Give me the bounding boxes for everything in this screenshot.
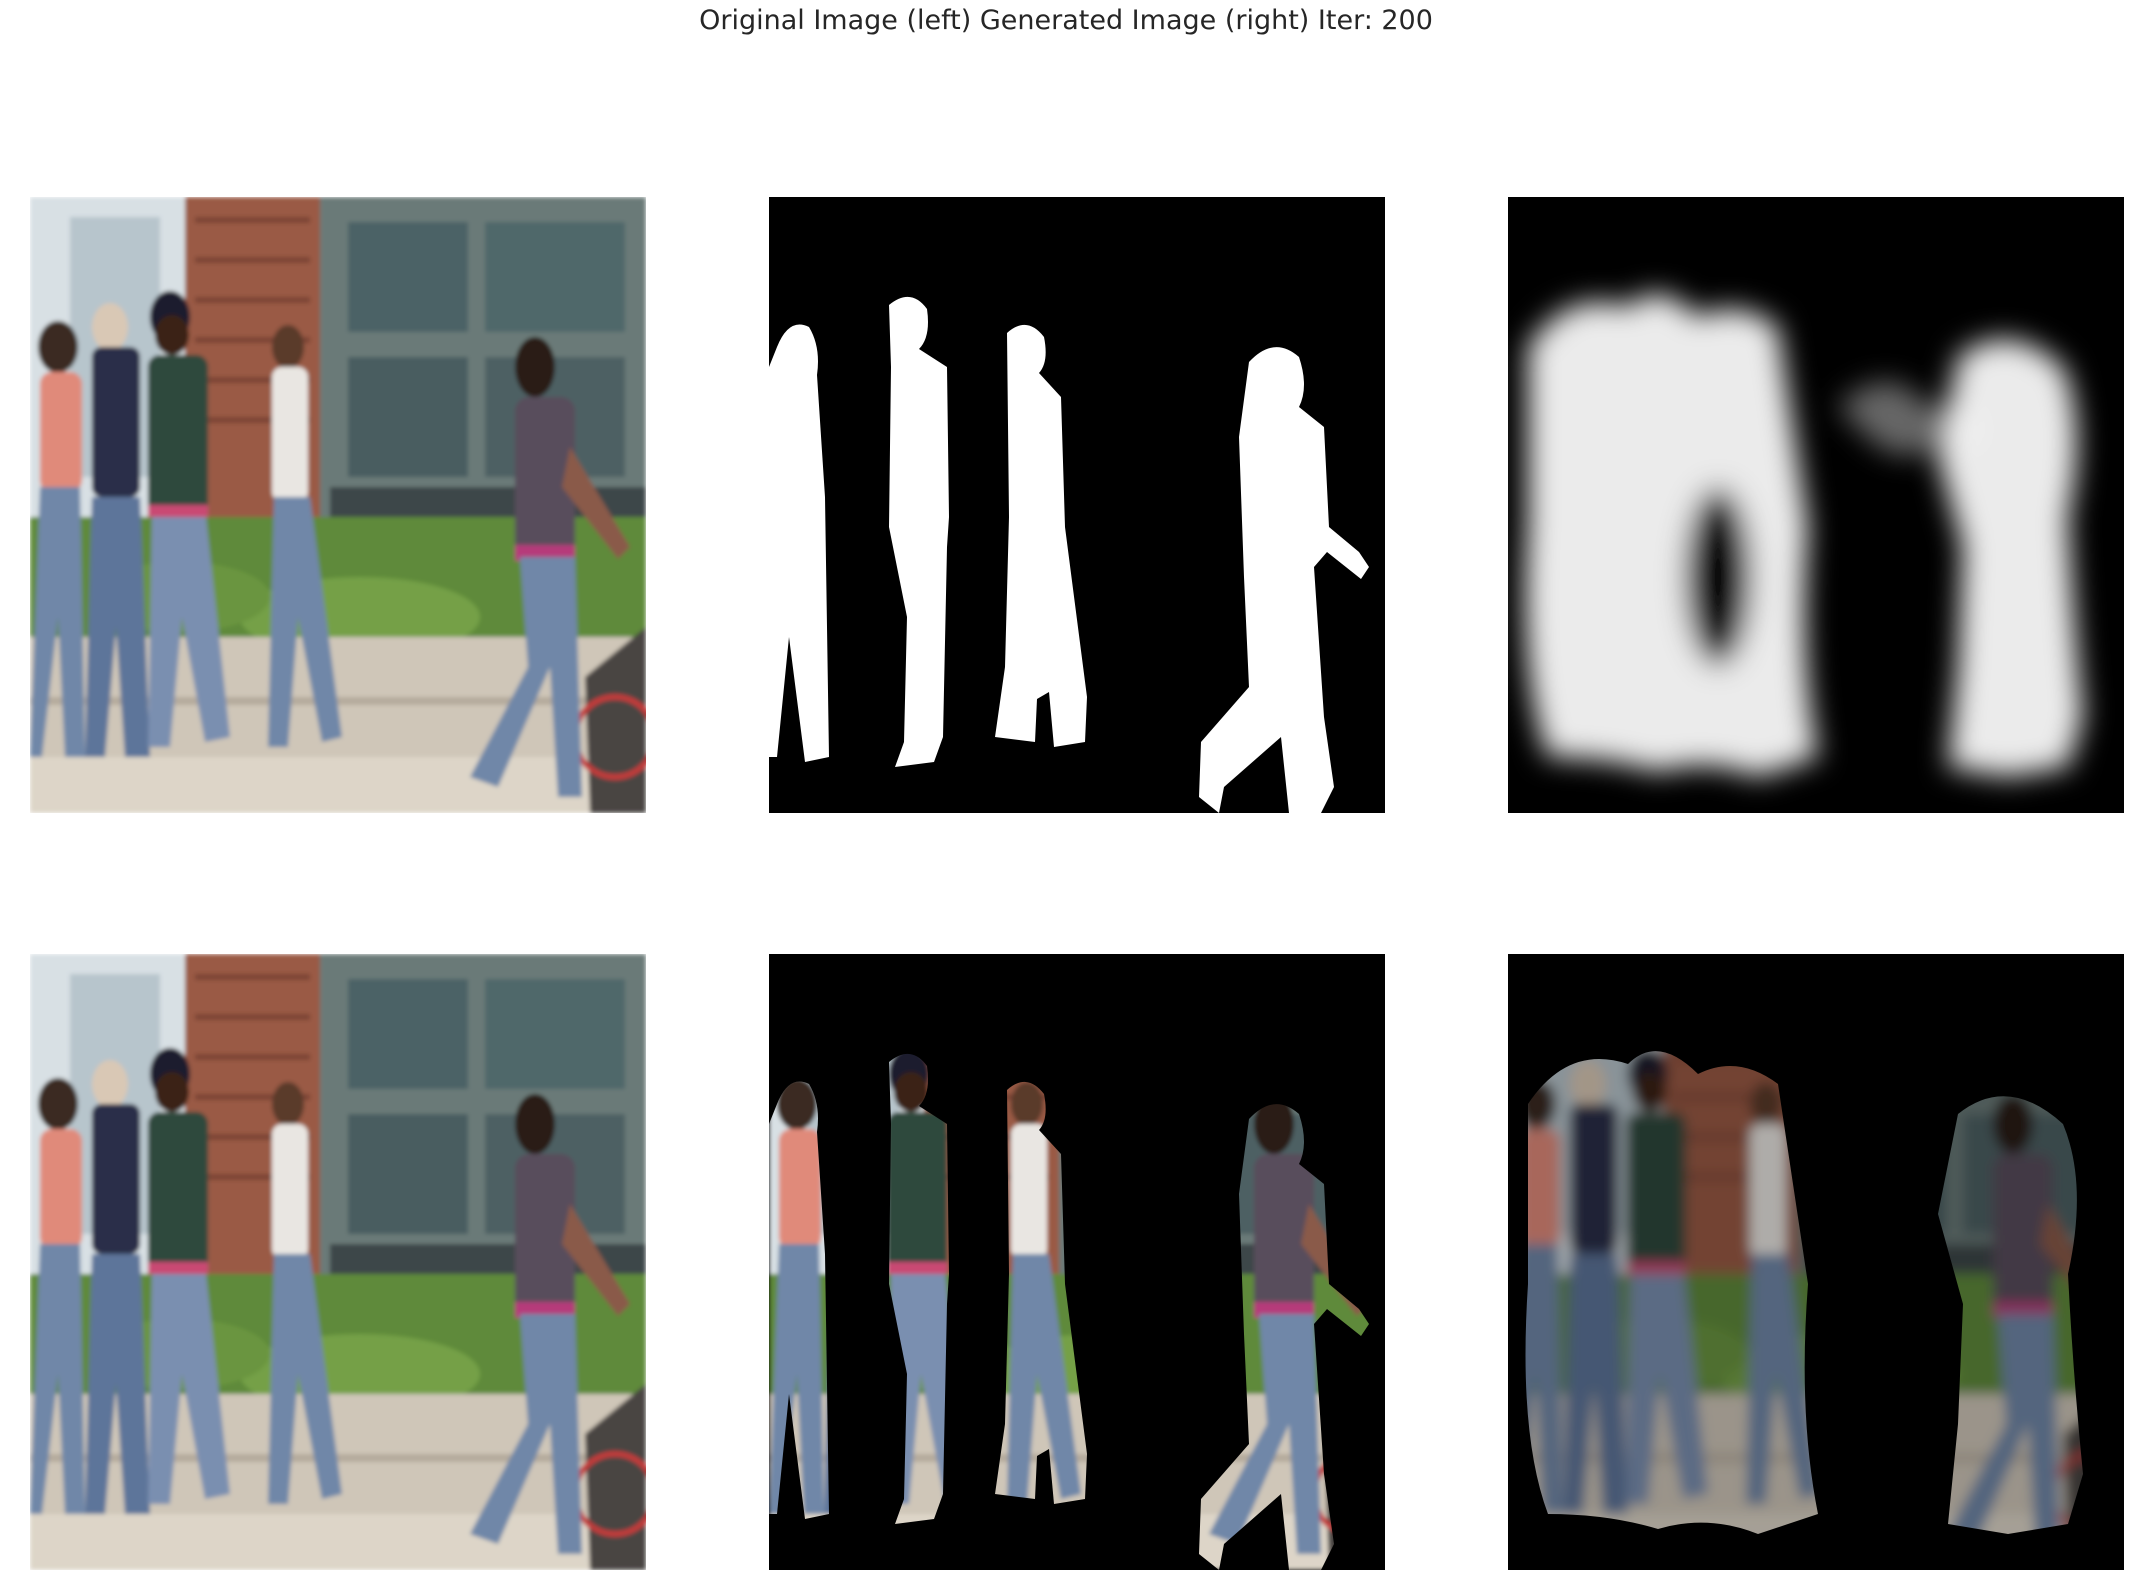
- predicted-mask-image: [1508, 197, 2124, 813]
- panel-masked-photo-ground-truth: [769, 954, 1385, 1570]
- panel-masked-photo-predicted: [1508, 954, 2124, 1570]
- masked-photo-ground-truth-image: [769, 954, 1385, 1570]
- figure-title: Original Image (left) Generated Image (r…: [699, 5, 1433, 36]
- panel-predicted-mask: [1508, 197, 2124, 813]
- panel-original-photo-top: [30, 197, 646, 813]
- panel-ground-truth-mask: [769, 197, 1385, 813]
- masked-photo-predicted-image: [1508, 954, 2124, 1570]
- ground-truth-mask-image: [769, 197, 1385, 813]
- original-photo-image: [30, 197, 646, 813]
- original-photo-image: [30, 954, 646, 1570]
- panel-original-photo-bottom: [30, 954, 646, 1570]
